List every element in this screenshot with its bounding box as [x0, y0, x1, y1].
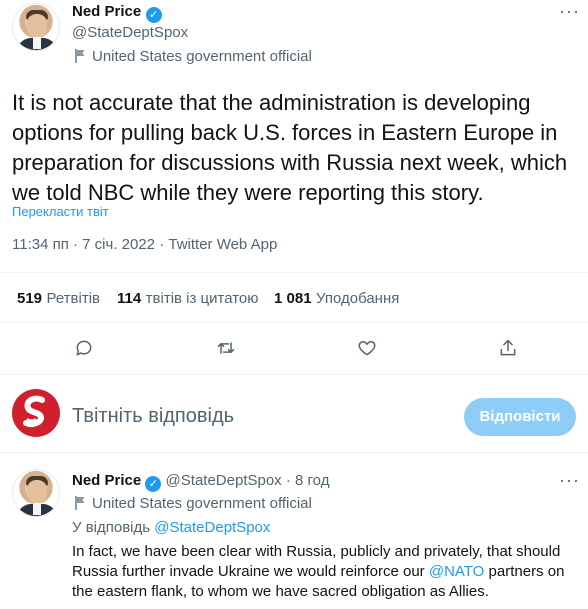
translate-tweet-link[interactable]: Перекласти твіт — [12, 204, 109, 219]
author-avatar[interactable] — [12, 3, 60, 51]
reply-author-handle[interactable]: @StateDeptSpox — [166, 472, 282, 489]
stat-label: твітів із цитатою — [145, 290, 259, 307]
like-icon[interactable] — [350, 331, 384, 365]
tweet-timestamp[interactable]: 11:34 пп · 7 січ. 2022 · Twitter Web App — [12, 236, 277, 253]
reply-header: Ned Price ✓ @StateDeptSpox · 8 год — [72, 472, 329, 492]
reply-icon[interactable] — [67, 331, 101, 365]
stat-retweets[interactable]: 519 Ретвітів — [17, 290, 100, 308]
user-avatar[interactable] — [12, 389, 60, 437]
dot-separator: · — [285, 472, 291, 489]
stat-label: Уподобання — [316, 290, 400, 307]
reply-input[interactable]: Твітніть відповідь — [72, 405, 234, 428]
gov-label: United States government official — [74, 495, 312, 512]
replying-handle-link[interactable]: @StateDeptSpox — [154, 519, 270, 536]
stat-number: 1 081 — [274, 290, 312, 307]
author-name-row[interactable]: Ned Price ✓ — [72, 3, 162, 23]
replying-to: У відповідь @StateDeptSpox — [72, 519, 270, 536]
reply-author-avatar[interactable] — [12, 469, 60, 517]
reply-submit-button[interactable]: Відповісти — [464, 398, 576, 436]
stat-likes[interactable]: 1 081 Уподобання — [274, 290, 399, 308]
reply-author-name[interactable]: Ned Price — [72, 472, 141, 489]
stat-number: 114 — [117, 290, 142, 307]
flag-icon — [74, 49, 86, 63]
reply-text: In fact, we have been clear with Russia,… — [72, 542, 568, 602]
retweet-icon[interactable] — [209, 331, 243, 365]
stat-quote-tweets[interactable]: 114 твітів із цитатою — [117, 290, 259, 308]
more-options-icon[interactable]: ··· — [559, 2, 583, 22]
reply-time[interactable]: 8 год — [295, 472, 329, 489]
nato-mention-link[interactable]: @NATO — [429, 563, 485, 580]
stat-label: Ретвітів — [46, 290, 101, 307]
author-name[interactable]: Ned Price — [72, 3, 141, 20]
more-options-icon[interactable]: ··· — [559, 471, 583, 491]
tweet-text: It is not accurate that the administrati… — [12, 90, 568, 205]
share-icon[interactable] — [491, 331, 525, 365]
stat-number: 519 — [17, 290, 43, 307]
verified-icon: ✓ — [145, 7, 162, 23]
divider — [0, 374, 588, 375]
gov-label: United States government official — [74, 48, 312, 65]
verified-icon: ✓ — [145, 476, 162, 492]
replying-prefix: У відповідь — [72, 519, 151, 536]
divider — [0, 322, 588, 323]
flag-icon — [74, 496, 86, 510]
author-handle[interactable]: @StateDeptSpox — [72, 24, 188, 41]
divider — [0, 272, 588, 273]
divider — [0, 452, 588, 453]
reply-text-part1: In fact, we have been clear with Russia,… — [72, 543, 561, 580]
